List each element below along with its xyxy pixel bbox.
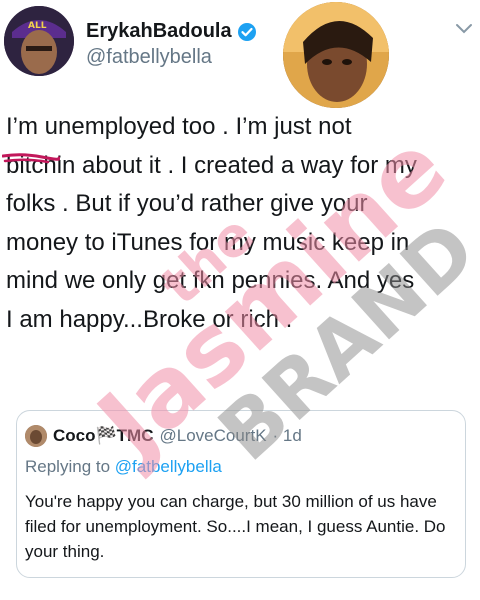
quoted-tweet-header: Coco🏁TMC @LoveCourtK · 1d [25,425,302,447]
verified-badge-icon [237,22,257,42]
quoted-author-avatar[interactable] [25,425,47,447]
inset-photo [283,2,389,108]
tweet-text-line: I am happy...Broke or rich . [6,305,293,333]
tweet-text: I’m unemployed too . I’m just not bitchi… [6,108,476,339]
quoted-author-handle[interactable]: @LoveCourtK [160,426,267,446]
tweet-author: ErykahBadoula @fatbellybella [86,20,257,69]
author-display-name[interactable]: ErykahBadoula [86,20,232,43]
tweet-text-line: money to iTunes for my music keep in [6,228,410,256]
quoted-author-name[interactable]: Coco🏁TMC [53,426,154,446]
quoted-tweet-text: You're happy you can charge, but 30 mill… [25,492,446,561]
tweet-text-line: bitchin about it . I created a way for m… [6,151,417,179]
tweet-text-line: folks . But if you’d rather give your [6,190,368,217]
replying-to-mention[interactable]: @fatbellybella [115,457,222,476]
replying-to-label: Replying to [25,457,111,476]
tweet-text-line: mind we only get fkn pennies. And yes [6,267,415,294]
author-handle[interactable]: @fatbellybella [86,46,257,69]
quoted-tweet-card[interactable]: Coco🏁TMC @LoveCourtK · 1d Replying to @f… [16,410,466,578]
quoted-timestamp: · 1d [272,426,302,445]
chevron-down-icon[interactable] [455,22,473,34]
author-avatar[interactable]: ALL [4,6,74,76]
censor-scribble [2,153,60,164]
svg-text:ALL: ALL [28,21,47,31]
tweet-text-line: I’m unemployed too . I’m just not [6,113,352,140]
replying-to-line: Replying to @fatbellybella [25,457,222,477]
